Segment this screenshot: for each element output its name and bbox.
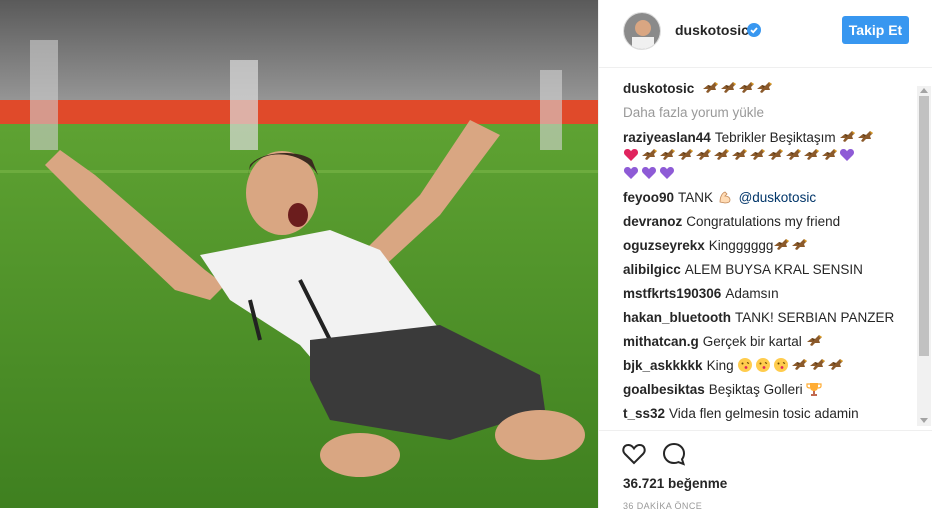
- eagle-emoji: [792, 239, 808, 250]
- purple-heart-emoji: [659, 167, 675, 179]
- comment-username[interactable]: goalbesiktas: [623, 382, 705, 397]
- scroll-down-icon[interactable]: [920, 418, 928, 423]
- comment-username[interactable]: mithatcan.g: [623, 334, 699, 349]
- heart-icon[interactable]: [621, 441, 647, 467]
- kiss-face-emoji: [773, 357, 789, 373]
- like-count[interactable]: 36.721 beğenme: [623, 476, 727, 491]
- comment-username[interactable]: bjk_askkkkk: [623, 358, 703, 373]
- comment-text: King: [706, 358, 734, 373]
- eagle-emoji-row: [702, 81, 774, 96]
- caption: duskotosic: [623, 80, 913, 98]
- comment-item: devranoz Congratulations my friend: [623, 213, 913, 231]
- eagle-emoji: [732, 149, 747, 160]
- eagle-emoji: [822, 149, 837, 160]
- eagle-emoji: [786, 149, 801, 160]
- eagle-emoji: [714, 149, 729, 160]
- eagle-emoji: [721, 82, 737, 93]
- comment-text: TANK! SERBIAN PANZER: [735, 310, 895, 325]
- post-actions: 36.721 beğenme 36 DAKİKA ÖNCE: [599, 430, 932, 511]
- comment-username[interactable]: hakan_bluetooth: [623, 310, 731, 325]
- eagle-emoji: [828, 359, 844, 370]
- load-more-comments[interactable]: Daha fazla yorum yükle: [623, 104, 913, 122]
- comment-text: Gerçek bir kartal: [702, 334, 802, 349]
- comment-username[interactable]: raziyeaslan44: [623, 130, 711, 145]
- comment-username[interactable]: t_ss32: [623, 406, 665, 421]
- eagle-emoji: [840, 131, 856, 142]
- photo-image: [0, 0, 598, 508]
- comment-item: bjk_askkkkk King: [623, 357, 913, 375]
- purple-heart-emoji: [623, 167, 639, 179]
- scrollbar-thumb[interactable]: [919, 96, 929, 356]
- post-header: duskotosic Takip Et: [599, 0, 932, 68]
- comment-item: raziyeaslan44 Tebrikler Beşiktaşım: [623, 129, 913, 183]
- comment-username[interactable]: feyoo90: [623, 190, 674, 205]
- comment-text: Beşiktaş Golleri: [708, 382, 803, 397]
- eagle-emoji: [739, 82, 755, 93]
- comment-mention[interactable]: @duskotosic: [739, 190, 817, 205]
- purple-heart-emoji: [641, 167, 657, 179]
- eagle-emoji: [810, 359, 826, 370]
- comment-item: alibilgicc ALEM BUYSA KRAL SENSIN: [623, 261, 913, 279]
- eagle-emoji: [774, 239, 790, 250]
- comment-text: Vida flen gelmesin tosic adamin: [669, 406, 859, 421]
- comment-list: duskotosic Daha fazla yorum yükle raziye…: [623, 80, 913, 428]
- post-timestamp: 36 DAKİKA ÖNCE: [623, 501, 703, 511]
- follow-button[interactable]: Takip Et: [842, 16, 909, 44]
- comment-item: mstfkrts190306 Adamsın: [623, 285, 913, 303]
- comment-username[interactable]: alibilgicc: [623, 262, 681, 277]
- comment-text: TANK: [678, 190, 714, 205]
- caption-username[interactable]: duskotosic: [623, 81, 694, 96]
- avatar-image: [624, 13, 660, 49]
- comment-text: Congratulations my friend: [686, 214, 841, 229]
- comment-item: t_ss32 Vida flen gelmesin tosic adamin: [623, 405, 913, 423]
- eagle-emoji: [757, 82, 773, 93]
- eagle-emoji: [642, 149, 657, 160]
- comment-item: hakan_bluetooth TANK! SERBIAN PANZER: [623, 309, 913, 327]
- eagle-emoji: [750, 149, 765, 160]
- eagle-emoji: [660, 149, 675, 160]
- kiss-face-emoji: [755, 357, 771, 373]
- comment-item: goalbesiktas Beşiktaş Golleri: [623, 381, 913, 399]
- scroll-up-icon[interactable]: [920, 88, 928, 93]
- flexed-biceps-emoji: [719, 191, 731, 204]
- eagle-emoji: [678, 149, 693, 160]
- trophy-emoji: [806, 383, 822, 396]
- post-side-panel: duskotosic Takip Et duskotosic Daha fazl…: [598, 0, 932, 511]
- post-photo[interactable]: [0, 0, 598, 508]
- comment-username[interactable]: mstfkrts190306: [623, 286, 721, 301]
- eagle-emoji: [768, 149, 783, 160]
- eagle-emoji: [703, 82, 719, 93]
- red-heart-emoji: [623, 149, 639, 161]
- kiss-face-emoji: [737, 357, 753, 373]
- comment-username[interactable]: devranoz: [623, 214, 682, 229]
- eagle-emoji: [804, 149, 819, 160]
- comment-text: Adamsın: [725, 286, 779, 301]
- eagle-emoji: [806, 335, 822, 346]
- comments-scrollbar[interactable]: [917, 86, 931, 426]
- comment-username[interactable]: oguzseyrekx: [623, 238, 705, 253]
- comment-text: Kingggggg: [708, 238, 774, 253]
- comment-icon[interactable]: [661, 441, 687, 467]
- author-username[interactable]: duskotosic: [675, 22, 749, 38]
- eagle-emoji: [696, 149, 711, 160]
- comment-item: oguzseyrekx Kingggggg: [623, 237, 913, 255]
- comment-text: Tebrikler Beşiktaşım: [714, 130, 836, 145]
- purple-heart-emoji: [839, 149, 855, 161]
- comment-item: feyoo90 TANK @duskotosic: [623, 189, 913, 207]
- comment-text: ALEM BUYSA KRAL SENSIN: [684, 262, 863, 277]
- eagle-emoji: [858, 131, 874, 142]
- avatar[interactable]: [623, 12, 661, 50]
- verified-badge-icon: [747, 23, 761, 37]
- comment-item: mithatcan.g Gerçek bir kartal: [623, 333, 913, 351]
- eagle-emoji: [792, 359, 808, 370]
